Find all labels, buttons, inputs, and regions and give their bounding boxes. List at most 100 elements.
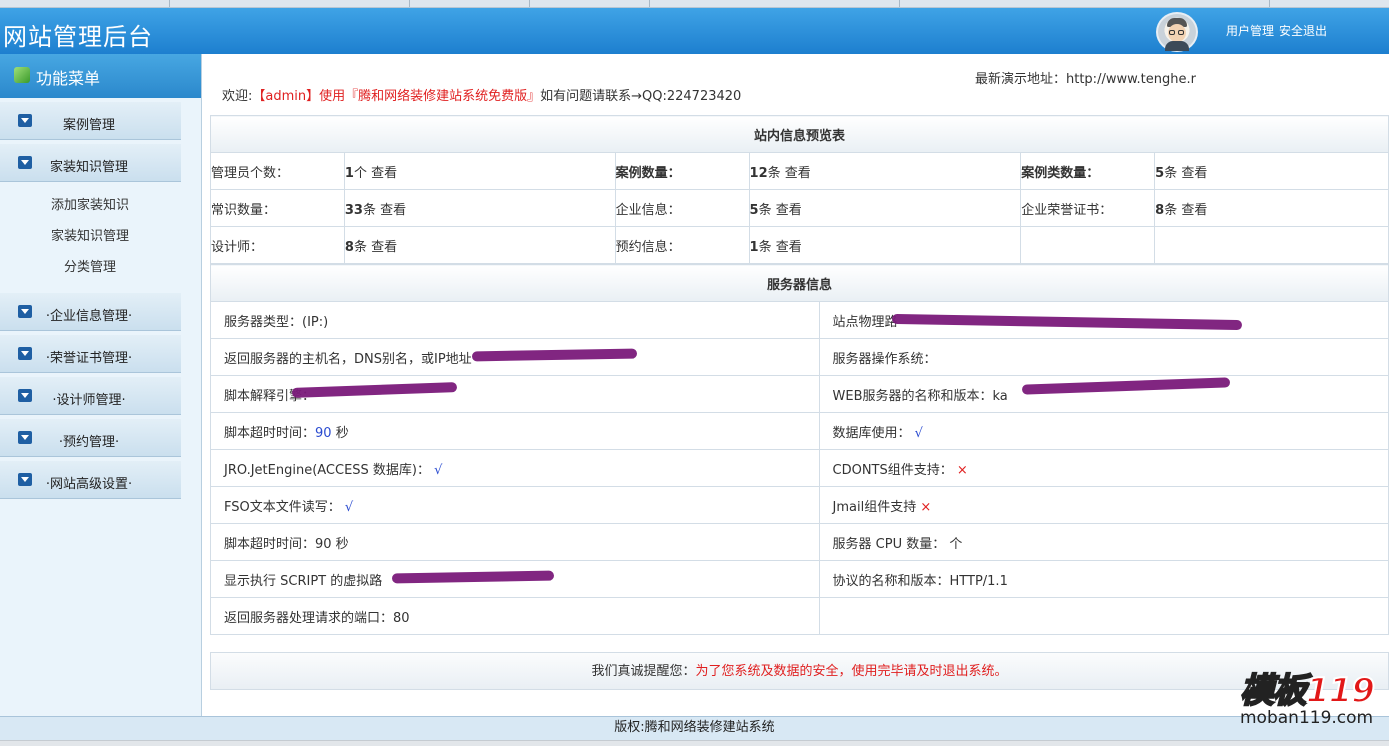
chevron-down-icon xyxy=(18,156,32,169)
submenu-knowledge-management[interactable]: 家装知识管理 xyxy=(0,221,180,252)
cell-label: 设计师： xyxy=(210,226,345,264)
cell-value: 8条 查看 xyxy=(343,226,616,264)
view-link[interactable]: 查看 xyxy=(1181,166,1207,181)
browser-tab-strip xyxy=(0,0,1389,8)
table-row: FSO文本文件读写： √ Jmail组件支持 × xyxy=(210,486,1389,524)
user-management-link[interactable]: 用户管理 xyxy=(1226,24,1274,38)
chevron-down-icon xyxy=(18,431,32,444)
sidebar-item-company-info[interactable]: ·企业信息管理· xyxy=(0,293,181,331)
browser-tab[interactable] xyxy=(410,0,530,7)
protocol-version: 协议的名称和版本：HTTP/1.1 xyxy=(818,560,1389,598)
sidebar-item-label: 家装知识管理 xyxy=(49,160,128,175)
sidebar: 功能菜单 案例管理 家装知识管理 添加家装知识 家装知识管理 分类管理 ·企业信… xyxy=(0,54,202,716)
cell-value: 5条 查看 xyxy=(748,189,1022,227)
browser-status-bar xyxy=(0,740,1389,746)
view-link[interactable]: 查看 xyxy=(1181,203,1207,218)
chevron-down-icon xyxy=(18,389,32,402)
security-notice: 我们真诚提醒您：为了您系统及数据的安全，使用完毕请及时退出系统。 xyxy=(210,652,1389,690)
function-menu-label: 功能菜单 xyxy=(36,69,101,88)
watermark-logo: 模板119 moban119.com xyxy=(1239,663,1385,733)
server-type: 服务器类型：(IP:) xyxy=(210,301,820,339)
sidebar-item-advanced-settings[interactable]: ·网站高级设置· xyxy=(0,461,181,499)
welcome-prefix: 欢迎: xyxy=(222,89,253,104)
sidebar-item-label: ·预约管理· xyxy=(58,435,120,450)
view-link[interactable]: 查看 xyxy=(371,240,397,255)
cell-label: 企业荣誉证书： xyxy=(1020,189,1156,227)
cell-value: 8条 查看 xyxy=(1154,189,1389,227)
table-row: 管理员个数： 1个 查看 案例数量： 12条 查看 案例类数量： 5条 查看 xyxy=(210,152,1389,190)
check-icon: √ xyxy=(914,425,923,441)
cross-icon: × xyxy=(920,499,932,515)
cell-value: 1个 查看 xyxy=(343,152,616,190)
view-link[interactable]: 查看 xyxy=(776,240,802,255)
watermark-text: 模板119 xyxy=(1239,670,1376,712)
demo-address: 最新演示地址：http://www.tenghe.r xyxy=(975,72,1196,87)
table-row: 脚本超时时间：90 秒 数据库使用： √ xyxy=(210,412,1389,450)
browser-tab[interactable] xyxy=(0,0,170,7)
cell-empty xyxy=(1154,226,1389,264)
copyright-footer: 版权:腾和网络装修建站系统 xyxy=(0,716,1389,740)
table-row: 返回服务器处理请求的端口：80 xyxy=(210,597,1389,635)
browser-tab[interactable] xyxy=(780,0,900,7)
welcome-red-text: 【admin】使用『腾和网络装修建站系统免费版』 xyxy=(252,89,541,104)
sidebar-item-designer[interactable]: ·设计师管理· xyxy=(0,377,181,415)
cell-value: 12条 查看 xyxy=(748,152,1022,190)
sidebar-item-label: ·设计师管理· xyxy=(52,393,126,408)
view-link[interactable]: 查看 xyxy=(380,203,406,218)
watermark-url: moban119.com xyxy=(1240,708,1374,728)
cross-icon: × xyxy=(956,462,968,478)
table-row: 常识数量： 33条 查看 企业信息： 5条 查看 企业荣誉证书： 8条 查看 xyxy=(210,189,1389,227)
sidebar-item-label: ·企业信息管理· xyxy=(45,309,133,324)
view-link[interactable]: 查看 xyxy=(371,166,397,181)
sidebar-item-label: ·网站高级设置· xyxy=(45,477,133,492)
submenu-category-management[interactable]: 分类管理 xyxy=(0,252,180,283)
top-header: 网站管理后台 用户管理 安全退出 xyxy=(0,8,1389,54)
server-info-title: 服务器信息 xyxy=(210,264,1389,302)
sidebar-item-label: ·荣誉证书管理· xyxy=(45,351,133,366)
fso-support: FSO文本文件读写： √ xyxy=(210,486,820,524)
site-info-table: 站内信息预览表 管理员个数： 1个 查看 案例数量： 12条 查看 案例类数量：… xyxy=(210,115,1389,264)
server-os: 服务器操作系统： xyxy=(818,338,1389,376)
sidebar-item-honor-certificate[interactable]: ·荣誉证书管理· xyxy=(0,335,181,373)
cell-label: 案例类数量： xyxy=(1020,152,1156,190)
cell-label: 案例数量： xyxy=(614,152,750,190)
sidebar-item-home-knowledge[interactable]: 家装知识管理 xyxy=(0,144,181,182)
cell-label: 常识数量： xyxy=(210,189,345,227)
site-admin-title: 网站管理后台 xyxy=(3,23,153,51)
function-menu-title: 功能菜单 xyxy=(0,54,201,98)
view-link[interactable]: 查看 xyxy=(776,203,802,218)
cell-label: 企业信息： xyxy=(614,189,750,227)
cell-label: 管理员个数： xyxy=(210,152,345,190)
site-info-title: 站内信息预览表 xyxy=(210,115,1389,153)
submenu-home-knowledge: 添加家装知识 家装知识管理 分类管理 xyxy=(0,182,201,289)
view-link[interactable]: 查看 xyxy=(785,166,811,181)
cdonts-support: CDONTS组件支持： × xyxy=(818,449,1389,487)
table-row: 显示执行 SCRIPT 的虚拟路 协议的名称和版本：HTTP/1.1 xyxy=(210,560,1389,598)
avatar-suit xyxy=(1165,41,1189,51)
table-row: 脚本超时时间：90 秒 服务器 CPU 数量： 个 xyxy=(210,523,1389,561)
check-icon: √ xyxy=(434,462,443,478)
cube-icon xyxy=(14,67,30,83)
database-usage: 数据库使用： √ xyxy=(818,412,1389,450)
sidebar-item-appointment[interactable]: ·预约管理· xyxy=(0,419,181,457)
table-row: 返回服务器的主机名，DNS别名，或IP地址 服务器操作系统： xyxy=(210,338,1389,376)
chevron-down-icon xyxy=(18,305,32,318)
submenu-add-knowledge[interactable]: 添加家装知识 xyxy=(0,190,180,221)
avatar-glasses xyxy=(1178,30,1184,35)
browser-tab[interactable] xyxy=(530,0,650,7)
cell-label: 预约信息： xyxy=(614,226,750,264)
notice-prefix: 我们真诚提醒您： xyxy=(591,664,696,679)
cpu-count: 服务器 CPU 数量： 个 xyxy=(818,523,1389,561)
avatar xyxy=(1156,12,1198,52)
script-timeout-2: 脚本超时时间：90 秒 xyxy=(210,523,820,561)
welcome-message: 欢迎:【admin】使用『腾和网络装修建站系统免费版』如有问题请联系→QQ:22… xyxy=(222,85,741,104)
header-links: 用户管理 安全退出 xyxy=(1226,22,1332,39)
jro-jetengine: JRO.JetEngine(ACCESS 数据库)： √ xyxy=(210,449,820,487)
browser-tab[interactable] xyxy=(1140,0,1270,7)
chevron-down-icon xyxy=(18,114,32,127)
browser-tab[interactable] xyxy=(170,0,410,7)
chevron-down-icon xyxy=(18,473,32,486)
table-row: JRO.JetEngine(ACCESS 数据库)： √ CDONTS组件支持：… xyxy=(210,449,1389,487)
logout-link[interactable]: 安全退出 xyxy=(1279,24,1327,38)
sidebar-item-case-management[interactable]: 案例管理 xyxy=(0,102,181,140)
